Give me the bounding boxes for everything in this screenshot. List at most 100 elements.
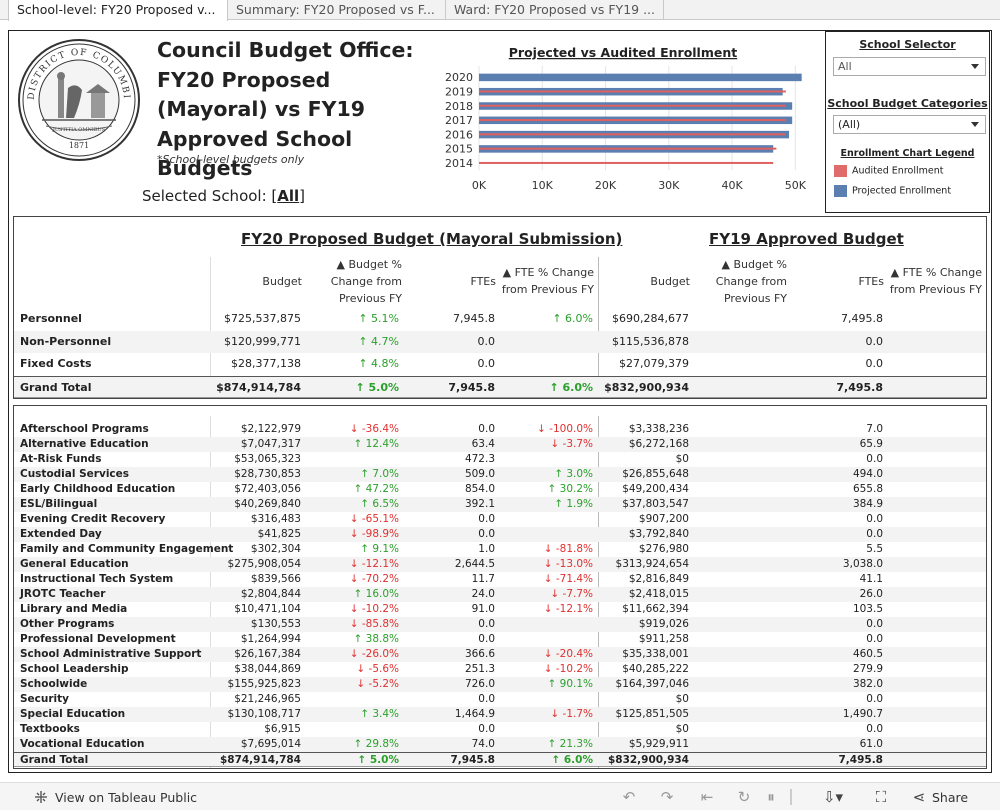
table-row[interactable]: Afterschool Programs $2,122,979 ↓ -36.4% 0.… <box>14 422 986 437</box>
table-row[interactable]: School Leadership $38,044,869 ↓ -5.6% 251.3… <box>14 662 986 677</box>
fy20-budget-change: ↑ 38.8% <box>353 633 400 645</box>
legend-item-audited[interactable]: Audited Enrollment <box>834 165 943 179</box>
share-button[interactable]: Share <box>932 790 968 805</box>
col-fy19-fte-change[interactable]: ▲ FTE % Change from Previous FY <box>888 264 982 298</box>
fy20-fte-change: ↓ -20.4% <box>543 648 593 660</box>
table-row[interactable]: Early Childhood Education $72,403,056 ↑ 47… <box>14 482 986 497</box>
fy20-fte-change: ↓ -10.2% <box>543 663 593 675</box>
fy20-ftes: 7,945.8 <box>450 754 495 766</box>
fy20-ftes: 91.0 <box>471 603 495 615</box>
fy19-ftes: 7,495.8 <box>836 380 883 394</box>
y-tick-label: 2019 <box>445 85 473 98</box>
fy20-budget: $874,914,784 <box>216 380 301 394</box>
category-detail-table: Afterschool Programs $2,122,979 ↓ -36.4% 0.… <box>13 405 987 769</box>
table-row[interactable]: General Education $275,908,054 ↓ -12.1% 2,6… <box>14 557 986 572</box>
fy19-section-title: FY19 Approved Budget <box>709 230 904 248</box>
grand-total-row[interactable]: Grand Total $874,914,784 ↑ 5.0% 7,945.8 ↑ 6.… <box>14 375 986 398</box>
fy20-budget: $28,377,138 <box>231 357 301 370</box>
table-row[interactable]: Security $21,246,965 0.0 $0 0.0 <box>14 692 986 707</box>
table-row[interactable]: Schoolwide $155,925,823 ↓ -5.2% 726.0 ↑ 90.1… <box>14 677 986 692</box>
table-row[interactable]: At-Risk Funds $53,065,323 472.3 $0 0.0 <box>14 452 986 467</box>
table-row[interactable]: Textbooks $6,915 0.0 $0 0.0 <box>14 722 986 737</box>
table-row[interactable]: Alternative Education $7,047,317 ↑ 12.4% 63… <box>14 437 986 452</box>
table-row[interactable]: Family and Community Engagement $302,304 ↑… <box>14 542 986 557</box>
col-fy20-budget-change[interactable]: ▲ Budget % Change from Previous FY <box>310 256 402 307</box>
filter-panel: School Selector All School Budget Catego… <box>825 31 990 213</box>
fy20-fte-change: ↓ -100.0% <box>537 423 593 435</box>
fy20-budget-change: ↓ -65.1% <box>349 513 399 525</box>
grand-total-row[interactable]: Grand Total $874,914,784 ↑ 5.0% 7,945.8 ↑ 6.… <box>14 752 986 767</box>
tab-school-level[interactable]: School-level: FY20 Proposed v... <box>8 0 228 21</box>
table-row[interactable]: Fixed Costs $28,377,138 ↑ 4.8% 0.0 $27,079,3… <box>14 353 986 376</box>
budget-categories-value: (All) <box>838 118 861 131</box>
budget-categories-dropdown[interactable]: (All) <box>833 115 986 134</box>
fy19-ftes: 61.0 <box>859 738 883 750</box>
fy20-ftes: 366.6 <box>464 648 495 660</box>
table-row[interactable]: JROTC Teacher $2,804,844 ↑ 16.0% 24.0 ↓ -7.7… <box>14 587 986 602</box>
row-label: Vocational Education <box>20 738 145 750</box>
fy19-ftes: 65.9 <box>859 438 883 450</box>
fy20-budget: $72,403,056 <box>234 483 301 495</box>
table-row[interactable]: Special Education $130,108,717 ↑ 3.4% 1,464… <box>14 707 986 722</box>
share-icon[interactable]: ⋖ <box>910 789 928 805</box>
table-row[interactable]: Extended Day $41,825 ↓ -98.9% 0.0 $3,792,840… <box>14 527 986 542</box>
fy19-budget: $115,536,878 <box>612 334 689 348</box>
fy19-budget: $35,338,001 <box>622 648 689 660</box>
col-fy20-fte-change[interactable]: ▲ FTE % Change from Previous FY <box>500 264 594 298</box>
fy20-budget-change: ↑ 6.5% <box>360 498 399 510</box>
table-row[interactable]: Custodial Services $28,730,853 ↑ 7.0% 509.0… <box>14 467 986 482</box>
download-icon[interactable]: ⇩▾ <box>820 789 846 805</box>
x-tick-label: 50K <box>785 179 807 192</box>
fy19-ftes: 1,490.7 <box>842 708 883 720</box>
table-row[interactable]: Evening Credit Recovery $316,483 ↓ -65.1% 0… <box>14 512 986 527</box>
undo-icon[interactable]: ↶ <box>620 789 638 805</box>
y-tick-label: 2015 <box>445 143 473 156</box>
tab-summary[interactable]: Summary: FY20 Proposed vs F... <box>228 0 446 20</box>
fy19-budget: $0 <box>675 693 689 705</box>
fy19-ftes: 41.1 <box>859 573 883 585</box>
fullscreen-icon[interactable]: ⛶ <box>872 789 890 805</box>
fy19-budget: $832,900,934 <box>607 754 689 766</box>
table-row[interactable]: Professional Development $1,264,994 ↑ 38.8… <box>14 632 986 647</box>
fy19-budget: $49,200,434 <box>622 483 689 495</box>
pause-icon[interactable]: ⏸ <box>762 789 780 805</box>
fy19-budget: $2,418,015 <box>628 588 689 600</box>
legend-item-projected[interactable]: Projected Enrollment <box>834 185 951 199</box>
revert-icon[interactable]: ⇤ <box>698 789 716 805</box>
fy20-budget: $302,304 <box>250 543 301 555</box>
table-row[interactable]: School Administrative Support $26,167,384… <box>14 647 986 662</box>
row-label: Extended Day <box>20 528 102 540</box>
chart-title: Projected vs Audited Enrollment <box>509 45 737 60</box>
tab-ward[interactable]: Ward: FY20 Proposed vs FY19 ... <box>446 0 664 20</box>
fy20-budget-change: ↑ 3.4% <box>360 708 399 720</box>
fy20-ftes: 472.3 <box>464 453 495 465</box>
table-row[interactable]: Vocational Education $7,695,014 ↑ 29.8% 74.… <box>14 737 986 752</box>
fy19-budget: $5,929,911 <box>628 738 689 750</box>
row-label: At-Risk Funds <box>20 453 102 465</box>
tableau-logo-icon <box>35 791 47 803</box>
y-tick-label: 2016 <box>445 128 473 141</box>
fy20-ftes: 1,464.9 <box>454 708 495 720</box>
row-label: Personnel <box>20 312 82 325</box>
table-row[interactable]: Non-Personnel $120,999,771 ↑ 4.7% 0.0 $115,5… <box>14 330 986 353</box>
fy20-ftes: 74.0 <box>471 738 495 750</box>
col-fy19-budget-change[interactable]: ▲ Budget % Change from Previous FY <box>694 256 787 307</box>
legend-label-audited: Audited Enrollment <box>852 165 944 177</box>
table-row[interactable]: ESL/Bilingual $40,269,840 ↑ 6.5% 392.1 ↑ 1.9… <box>14 497 986 512</box>
bar-projected <box>479 73 802 82</box>
fy20-budget-change: ↑ 29.8% <box>353 738 400 750</box>
enrollment-chart[interactable]: Projected vs Audited Enrollment 0K 10K 20K 3… <box>440 40 818 200</box>
refresh-icon[interactable]: ↻ <box>735 789 753 805</box>
fy19-ftes: 279.9 <box>852 663 883 675</box>
view-on-tableau-link[interactable]: View on Tableau Public <box>55 790 197 805</box>
school-selector-dropdown[interactable]: All <box>833 57 986 76</box>
redo-icon[interactable]: ↷ <box>658 789 676 805</box>
table-row[interactable]: Other Programs $130,553 ↓ -85.8% 0.0 $919,02… <box>14 617 986 632</box>
fy19-ftes: 0.0 <box>865 334 884 348</box>
table-row[interactable]: Personnel $725,537,875 ↑ 5.1% 7,945.8 ↑ 6.0%… <box>14 308 986 331</box>
bar-audited <box>479 90 786 93</box>
fy20-budget: $40,269,840 <box>234 498 301 510</box>
table-row[interactable]: Library and Media $10,471,104 ↓ -10.2% 91.0… <box>14 602 986 617</box>
fy19-ftes: 103.5 <box>852 603 883 615</box>
table-row[interactable]: Instructional Tech System $839,566 ↓ -70.2… <box>14 572 986 587</box>
